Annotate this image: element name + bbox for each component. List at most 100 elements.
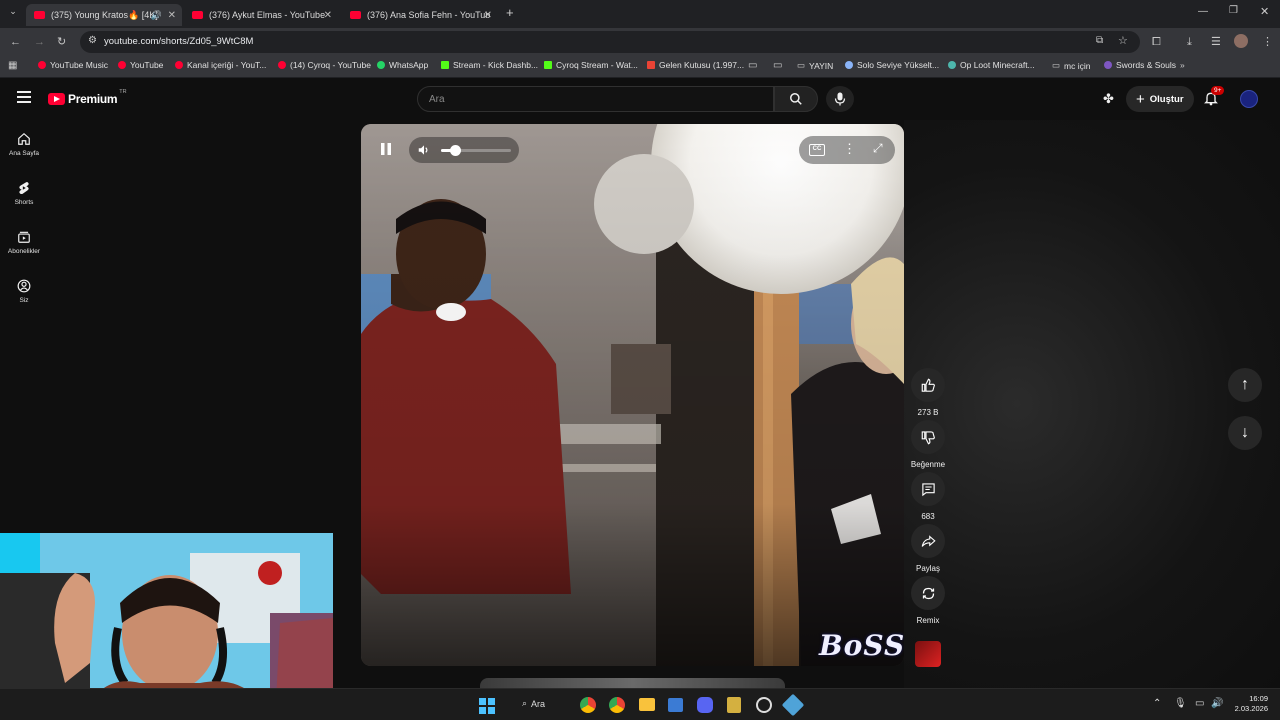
bookmark-label: YouTube Music: [50, 60, 108, 70]
app-icon[interactable]: [756, 697, 772, 713]
clock[interactable]: 16:09 2.03.2026: [1230, 694, 1268, 714]
window-close-icon[interactable]: ✕: [1260, 5, 1269, 18]
app-icon[interactable]: [668, 698, 683, 712]
profile-icon: [17, 279, 31, 293]
nav-label: Ana Sayfa: [9, 150, 39, 157]
apps-grid-icon[interactable]: ▦: [8, 60, 17, 71]
voice-search-button[interactable]: [826, 86, 854, 112]
tab-close-icon[interactable]: ✕: [484, 10, 492, 21]
bookmark[interactable]: Swords & Souls: [1104, 60, 1176, 70]
nav-you[interactable]: Siz: [0, 279, 48, 304]
browser-tab[interactable]: (376) Aykut Elmas - YouTube ✕: [184, 4, 338, 26]
bookmark-label: Kanal içeriği - YouT...: [187, 60, 267, 70]
forward-icon[interactable]: →: [34, 34, 45, 50]
bookmark[interactable]: YouTube: [118, 60, 163, 70]
windows-start-icon[interactable]: [479, 698, 495, 714]
taskbar-search[interactable]: ⌕ Ara: [522, 698, 545, 709]
more-options-icon[interactable]: ⋮: [843, 141, 856, 157]
tab-close-icon[interactable]: ✕: [168, 10, 176, 21]
captions-icon[interactable]: CC: [809, 144, 825, 156]
bookmark[interactable]: WhatsApp: [377, 60, 428, 70]
folder-icon[interactable]: ▭: [748, 60, 757, 71]
tab-search-list-icon[interactable]: ☰: [1211, 34, 1221, 50]
dislike-label: Beğenme: [910, 460, 946, 469]
comments-button[interactable]: 683: [904, 472, 952, 521]
tray-chevron-icon[interactable]: ⌃: [1153, 698, 1161, 709]
site-info-icon[interactable]: ⚙: [88, 35, 97, 46]
profile-avatar[interactable]: [1234, 34, 1248, 48]
url-text[interactable]: youtube.com/shorts/Zd05_9WtC8M: [104, 36, 253, 47]
tab-title: (376) Ana Sofia Fehn - YouTube: [367, 10, 490, 20]
app-icon[interactable]: [727, 697, 741, 713]
new-tab-icon[interactable]: +: [506, 5, 514, 20]
sound-thumbnail[interactable]: [915, 641, 941, 667]
volume-track[interactable]: [441, 145, 511, 156]
remix-button[interactable]: Remix: [904, 576, 952, 625]
browser-tab[interactable]: (376) Ana Sofia Fehn - YouTube ✕: [342, 4, 498, 26]
share-button[interactable]: Paylaş: [904, 524, 952, 573]
nav-label: Abonelikler: [7, 248, 41, 255]
previous-video-button[interactable]: ↑: [1228, 368, 1262, 402]
notifications-button[interactable]: 9+: [1203, 86, 1225, 108]
bookmark-folder[interactable]: ▭ mc için: [1052, 60, 1090, 71]
create-button[interactable]: + Oluştur: [1126, 86, 1194, 112]
account-avatar[interactable]: [1240, 90, 1258, 108]
hamburger-menu-icon[interactable]: [17, 91, 31, 103]
chrome-taskbar-icon[interactable]: [609, 697, 625, 713]
discord-icon[interactable]: [697, 697, 713, 713]
bookmark[interactable]: Kanal içeriği - YouT...: [175, 60, 266, 70]
nav-shorts[interactable]: Shorts: [0, 181, 48, 206]
nav-home[interactable]: Ana Sayfa: [0, 132, 48, 157]
bookmark-star-icon[interactable]: ☆: [1118, 34, 1128, 47]
more-bookmarks-icon[interactable]: »: [1180, 60, 1185, 70]
shorts-video-player[interactable]: CC ⋮ ⤢ BoSS: [361, 124, 904, 666]
back-icon[interactable]: ←: [10, 34, 21, 50]
address-bar[interactable]: ⚙ youtube.com/shorts/Zd05_9WtC8M ⧉ ☆: [80, 31, 1140, 53]
volume-tray-icon[interactable]: 🔊: [1211, 698, 1223, 709]
fullscreen-icon[interactable]: ⤢: [873, 141, 883, 156]
bookmark-label: Cyroq Stream - Wat...: [556, 60, 638, 70]
microphone-tray-icon[interactable]: 🎙: [1174, 698, 1187, 709]
tab-close-icon[interactable]: ✕: [324, 10, 332, 21]
bookmark[interactable]: (14) Cyroq - YouTube: [278, 60, 371, 70]
bookmark[interactable]: Gelen Kutusu (1.997...: [647, 60, 744, 70]
tab-search-icon[interactable]: ⌄: [6, 6, 20, 20]
volume-slider-handle[interactable]: [450, 145, 461, 156]
install-icon[interactable]: ⧉: [1096, 35, 1103, 46]
bookmark-label: mc için: [1064, 60, 1091, 71]
bookmark-label: Gelen Kutusu (1.997...: [659, 60, 745, 70]
pause-button[interactable]: [379, 142, 395, 158]
tab-title: (376) Aykut Elmas - YouTube: [209, 10, 326, 20]
search-button[interactable]: [774, 86, 818, 112]
file-explorer-icon[interactable]: [639, 698, 655, 711]
dislike-button[interactable]: Beğenme: [904, 420, 952, 469]
premium-extension-icon[interactable]: ✤: [1103, 91, 1114, 107]
bookmark[interactable]: Cyroq Stream - Wat...: [544, 60, 638, 70]
search-input[interactable]: Ara: [417, 86, 774, 112]
next-video-button[interactable]: ↓: [1228, 416, 1262, 450]
chrome-taskbar-icon[interactable]: [580, 697, 596, 713]
bookmark[interactable]: Solo Seviye Yükselt...: [845, 60, 939, 70]
bookmark[interactable]: Stream - Kick Dashb...: [441, 60, 538, 70]
speaker-icon[interactable]: 🔊: [151, 10, 162, 21]
youtube-favicon-icon: [192, 11, 203, 19]
app-icon[interactable]: [781, 693, 805, 717]
download-icon[interactable]: ⤓: [1187, 34, 1192, 50]
bookmark[interactable]: Op Loot Minecraft...: [948, 60, 1035, 70]
menu-icon[interactable]: ⋮: [1262, 34, 1273, 50]
bookmark[interactable]: YouTube Music: [38, 60, 108, 70]
like-button[interactable]: 273 B: [904, 368, 952, 417]
extensions-icon[interactable]: ⧠: [1152, 34, 1161, 50]
comment-icon: [921, 482, 935, 496]
minimize-icon[interactable]: —: [1198, 6, 1208, 17]
display-tray-icon[interactable]: ▭: [1195, 698, 1204, 709]
youtube-logo[interactable]: Premium TR: [48, 89, 127, 106]
like-count: 273 B: [917, 408, 939, 417]
nav-subscriptions[interactable]: Abonelikler: [0, 230, 48, 255]
maximize-icon[interactable]: ❐: [1229, 5, 1238, 16]
reload-icon[interactable]: ↻: [57, 34, 66, 50]
bookmark-folder[interactable]: ▭ YAYIN: [797, 60, 833, 71]
volume-control[interactable]: [409, 137, 519, 163]
folder-icon[interactable]: ▭: [773, 60, 782, 71]
browser-tab-active[interactable]: (375) Young Kratos🔥 [4K] 🔊 ✕: [26, 4, 182, 26]
